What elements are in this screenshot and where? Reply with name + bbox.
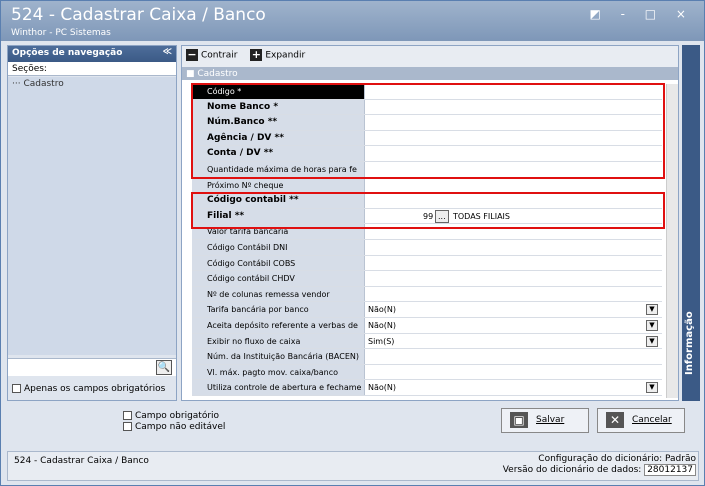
- config-value: Padrão: [665, 454, 696, 464]
- window-subtitle: Winthor - PC Sistemas: [11, 28, 111, 38]
- legend-not-editable-swatch: [123, 422, 132, 431]
- chevron-down-icon[interactable]: ▼: [646, 382, 658, 394]
- field-row: Núm. da Instituição Bancária (BACEN): [192, 349, 662, 365]
- field-row: Nº de colunas remessa vendor: [192, 286, 662, 303]
- field-value-input[interactable]: [365, 349, 662, 364]
- save-button[interactable]: ▣ Salvar: [501, 408, 589, 433]
- chevron-down-icon[interactable]: ▼: [646, 304, 658, 316]
- field-value-input[interactable]: [365, 364, 662, 380]
- version-label: Versão do dicionário de dados:: [502, 465, 642, 475]
- field-value-input[interactable]: Não(N) ▼: [365, 317, 662, 333]
- nav-header: Opções de navegação ≪: [8, 46, 176, 62]
- info-side-panel[interactable]: Informação: [682, 45, 700, 401]
- only-required-label: Apenas os campos obrigatórios: [24, 384, 166, 394]
- field-label: Código Contábil COBS: [192, 255, 365, 271]
- field-value: Sim(S): [368, 336, 395, 346]
- expand-button[interactable]: + Expandir: [250, 49, 305, 61]
- only-required-checkbox[interactable]: Apenas os campos obrigatórios: [12, 384, 165, 394]
- nav-collapse-icon[interactable]: ≪: [163, 47, 172, 57]
- field-label: Nº de colunas remessa vendor: [192, 286, 365, 302]
- field-label: Núm. da Instituição Bancária (BACEN): [192, 349, 365, 364]
- legend-not-editable: Campo não editável: [123, 422, 225, 433]
- highlight-box-contabil-filial: [191, 192, 665, 229]
- minus-icon: −: [186, 48, 198, 61]
- field-value-input[interactable]: Sim(S) ▼: [365, 333, 662, 349]
- window-title: 524 - Cadastrar Caixa / Banco: [11, 5, 266, 25]
- field-row: Aceita depósito referente a verbas de Não…: [192, 317, 662, 334]
- field-label: Aceita depósito referente a verbas de: [192, 317, 365, 333]
- field-value: Não(N): [368, 320, 397, 330]
- field-row: Código contábil CHDV: [192, 271, 662, 287]
- field-value-input[interactable]: [365, 177, 662, 193]
- group-label: Cadastro: [197, 69, 238, 79]
- field-value-input[interactable]: [365, 286, 662, 302]
- info-label: Informação: [684, 311, 695, 375]
- cancel-label: Cancelar: [632, 415, 672, 425]
- app-window: 524 - Cadastrar Caixa / Banco Winthor - …: [0, 0, 705, 486]
- field-value-input[interactable]: [365, 239, 662, 255]
- save-label: Salvar: [536, 415, 565, 425]
- plus-icon: +: [250, 48, 263, 61]
- field-label: Vl. máx. pagto mov. caixa/banco: [192, 364, 365, 380]
- nav-title: Opções de navegação: [12, 48, 123, 58]
- window-controls[interactable]: ◩ - □ ×: [589, 7, 694, 21]
- field-value-input[interactable]: [365, 255, 662, 271]
- highlight-box-bank-fields: [191, 83, 665, 179]
- form-toolbar: − Contrair + Expandir: [182, 46, 678, 68]
- field-row: Vl. máx. pagto mov. caixa/banco: [192, 364, 662, 381]
- tree-item-cadastro[interactable]: ··· Cadastro: [12, 79, 172, 89]
- sections-label: Seções:: [8, 62, 176, 76]
- field-legend: Campo obrigatório Campo não editável: [123, 411, 225, 433]
- cancel-button[interactable]: ✕ Cancelar: [597, 408, 685, 433]
- field-row: Código Contábil COBS: [192, 255, 662, 272]
- save-icon: ▣: [510, 411, 528, 428]
- field-label: Utiliza controle de abertura e fechame: [192, 380, 365, 395]
- field-value-input[interactable]: [365, 271, 662, 286]
- navigation-panel: Opções de navegação ≪ Seções: ··· Cadast…: [7, 45, 177, 401]
- legend-required-swatch: [123, 411, 132, 420]
- nav-search-input[interactable]: 🔍: [8, 358, 176, 376]
- field-row: Próximo Nº cheque: [192, 177, 662, 194]
- checkbox-icon[interactable]: [12, 384, 21, 393]
- legend-required-label: Campo obrigatório: [135, 411, 220, 421]
- collapse-label: Contrair: [201, 50, 238, 61]
- close-icon: ✕: [606, 411, 624, 428]
- legend-not-editable-label: Campo não editável: [135, 422, 226, 432]
- field-row: Exibir no fluxo de caixa Sim(S) ▼: [192, 333, 662, 350]
- field-label: Próximo Nº cheque: [192, 177, 365, 193]
- search-icon[interactable]: 🔍: [156, 360, 172, 375]
- field-label: Exibir no fluxo de caixa: [192, 333, 365, 349]
- field-row: Utiliza controle de abertura e fechame Nã…: [192, 380, 662, 396]
- field-row: Tarifa bancária por banco Não(N) ▼: [192, 302, 662, 318]
- field-value: Não(N): [368, 305, 397, 315]
- field-label: Código contábil CHDV: [192, 271, 365, 286]
- legend-required: Campo obrigatório: [123, 411, 225, 422]
- field-value: Não(N): [368, 383, 397, 393]
- dictionary-info: Configuração do dicionário: Padrão Versã…: [503, 454, 696, 476]
- field-label: Código Contábil DNI: [192, 239, 365, 255]
- group-header-cadastro[interactable]: ■ Cadastro: [182, 68, 678, 80]
- field-label: Tarifa bancária por banco: [192, 302, 365, 317]
- status-text: 524 - Cadastrar Caixa / Banco: [14, 456, 149, 466]
- vertical-scrollbar[interactable]: [666, 84, 678, 398]
- expand-label: Expandir: [265, 50, 306, 61]
- field-row: Código Contábil DNI: [192, 239, 662, 256]
- status-bar: 524 - Cadastrar Caixa / Banco Configuraç…: [7, 451, 699, 481]
- config-label: Configuração do dicionário:: [538, 454, 663, 464]
- sections-tree: ··· Cadastro: [8, 77, 176, 355]
- title-bar: 524 - Cadastrar Caixa / Banco Winthor - …: [1, 1, 704, 41]
- version-value: 28012137: [644, 464, 696, 476]
- version-line: Versão do dicionário de dados: 28012137: [502, 464, 696, 476]
- collapse-button[interactable]: − Contrair: [186, 49, 237, 61]
- chevron-down-icon[interactable]: ▼: [646, 319, 658, 331]
- field-value-input[interactable]: Não(N) ▼: [365, 380, 662, 395]
- field-value-input[interactable]: Não(N) ▼: [365, 302, 662, 317]
- chevron-down-icon[interactable]: ▼: [646, 335, 658, 347]
